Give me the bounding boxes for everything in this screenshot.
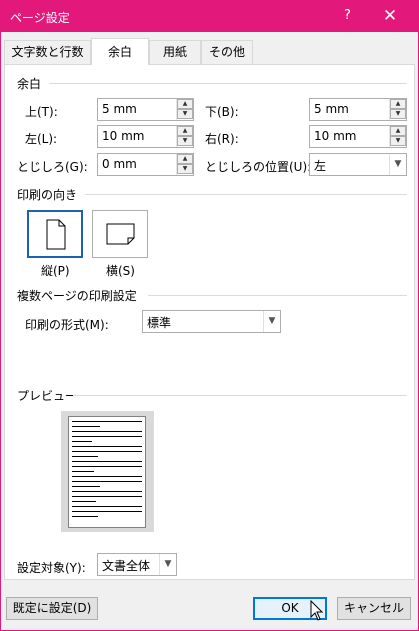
spin-up-icon[interactable]: ▲ — [390, 99, 406, 109]
section-multiple-pages-title: 複数ページの印刷設定 — [17, 289, 137, 303]
portrait-page-icon — [46, 219, 66, 250]
print-format-select[interactable]: 標準 ▼ — [142, 310, 281, 333]
gutter-position-label: とじしろの位置(U): — [205, 160, 312, 174]
tab-characters-lines[interactable]: 文字数と行数 — [4, 40, 91, 64]
divider — [148, 295, 407, 296]
top-margin-label: 上(T): — [25, 105, 58, 119]
help-button[interactable]: ? — [344, 8, 351, 23]
spin-down-icon[interactable]: ▼ — [390, 109, 406, 119]
chevron-down-icon[interactable]: ▼ — [389, 154, 406, 175]
chevron-down-icon[interactable]: ▼ — [159, 554, 176, 575]
cancel-button[interactable]: キャンセル — [337, 597, 411, 620]
spin-down-icon[interactable]: ▼ — [177, 109, 193, 119]
landscape-page-icon — [106, 223, 135, 245]
bottom-margin-label: 下(B): — [205, 105, 239, 119]
tab-paper[interactable]: 用紙 — [149, 40, 201, 64]
bottom-margin-value: 5 mm — [314, 102, 349, 116]
portrait-button[interactable] — [27, 210, 83, 258]
title-bar: ページ設定 ? ✕ — [1, 1, 418, 32]
top-margin-value: 5 mm — [102, 102, 137, 116]
spin-up-icon[interactable]: ▲ — [177, 99, 193, 109]
gutter-label: とじしろ(G): — [17, 160, 88, 174]
landscape-label[interactable]: 横(S) — [106, 262, 135, 279]
gutter-spinner[interactable]: 0 mm ▲ ▼ — [97, 153, 194, 176]
left-margin-value: 10 mm — [102, 129, 145, 143]
print-format-label: 印刷の形式(M): — [25, 318, 109, 332]
preview-frame — [61, 411, 154, 532]
divider — [49, 83, 407, 84]
gutter-position-select[interactable]: 左 ▼ — [309, 153, 407, 176]
left-margin-label: 左(L): — [25, 132, 58, 146]
mouse-cursor-icon — [310, 600, 324, 621]
divider — [85, 194, 407, 195]
page-setup-dialog: ページ設定 ? ✕ 文字数と行数 余白 用紙 その他 余白 上(T): 5 mm… — [0, 0, 419, 631]
spin-down-icon[interactable]: ▼ — [390, 136, 406, 146]
spin-up-icon[interactable]: ▲ — [177, 126, 193, 136]
spin-up-icon[interactable]: ▲ — [177, 154, 193, 164]
right-margin-value: 10 mm — [314, 129, 357, 143]
spin-up-icon[interactable]: ▲ — [390, 126, 406, 136]
landscape-button[interactable] — [92, 210, 148, 258]
close-button[interactable]: ✕ — [373, 5, 407, 27]
left-margin-spinner[interactable]: 10 mm ▲ ▼ — [97, 125, 194, 148]
right-margin-label: 右(R): — [205, 132, 239, 146]
section-orientation-title: 印刷の向き — [17, 188, 78, 202]
spin-down-icon[interactable]: ▼ — [177, 164, 193, 174]
spin-down-icon[interactable]: ▼ — [177, 136, 193, 146]
tab-margins[interactable]: 余白 — [91, 38, 149, 65]
set-default-button[interactable]: 既定に設定(D) — [6, 597, 98, 620]
top-margin-spinner[interactable]: 5 mm ▲ ▼ — [97, 98, 194, 121]
portrait-label[interactable]: 縦(P) — [41, 262, 70, 279]
print-format-value: 標準 — [147, 316, 172, 330]
gutter-position-value: 左 — [314, 159, 327, 173]
tab-panel-margins: 余白 上(T): 5 mm ▲ ▼ 下(B): 5 mm ▲ ▼ 左(L): 1… — [4, 64, 415, 580]
apply-to-select[interactable]: 文書全体 ▼ — [97, 553, 177, 576]
gutter-value: 0 mm — [102, 157, 137, 171]
right-margin-spinner[interactable]: 10 mm ▲ ▼ — [309, 125, 407, 148]
window-title: ページ設定 — [10, 11, 70, 25]
apply-to-label: 設定対象(Y): — [17, 561, 86, 575]
apply-to-value: 文書全体 — [102, 559, 151, 573]
preview-page — [68, 416, 146, 528]
section-margins-title: 余白 — [17, 77, 42, 91]
tab-other[interactable]: その他 — [201, 40, 253, 64]
section-preview-title: プレビュー — [17, 389, 78, 403]
chevron-down-icon[interactable]: ▼ — [263, 311, 280, 332]
divider — [73, 395, 407, 396]
bottom-margin-spinner[interactable]: 5 mm ▲ ▼ — [309, 98, 407, 121]
